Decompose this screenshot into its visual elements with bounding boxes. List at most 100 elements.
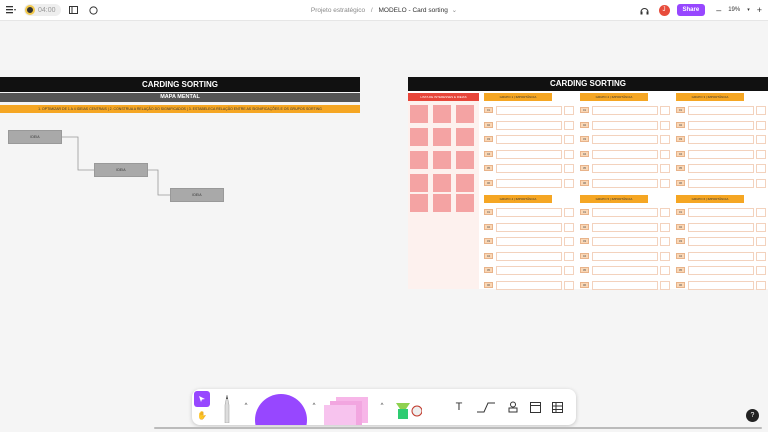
row-cell-score[interactable] <box>660 208 670 217</box>
row-cell-main[interactable] <box>496 149 562 159</box>
row-cell-main[interactable] <box>592 120 658 130</box>
row-cell-main[interactable] <box>496 135 562 144</box>
sticky-note[interactable] <box>433 194 451 212</box>
row-cell-main[interactable] <box>496 280 562 290</box>
row-cell-main[interactable] <box>592 106 658 115</box>
row-cell-score[interactable] <box>756 164 766 173</box>
stamp-tool[interactable] <box>388 399 422 421</box>
horizontal-scrollbar[interactable] <box>154 427 762 429</box>
sticky-note[interactable] <box>456 151 474 169</box>
row-cell-score[interactable] <box>564 266 574 275</box>
sticky-note[interactable] <box>433 128 451 146</box>
row-cell-main[interactable] <box>688 251 754 261</box>
row-cell-score[interactable] <box>564 164 574 173</box>
row-cell-score[interactable] <box>756 135 766 144</box>
row-cell-score[interactable] <box>564 106 574 115</box>
row-cell-score[interactable] <box>660 251 670 261</box>
row-cell-main[interactable] <box>496 251 562 261</box>
row-cell-score[interactable] <box>756 237 766 246</box>
row-cell-main[interactable] <box>688 178 754 188</box>
sticky-note[interactable] <box>410 194 428 212</box>
sticky-note[interactable] <box>456 174 474 192</box>
text-tool[interactable]: T <box>448 399 470 415</box>
row-cell-score[interactable] <box>756 106 766 115</box>
row-cell-score[interactable] <box>660 164 670 173</box>
chevron-up-icon[interactable]: ^ <box>242 401 250 411</box>
row-cell-main[interactable] <box>592 266 658 275</box>
row-cell-score[interactable] <box>564 178 574 188</box>
row-cell-main[interactable] <box>688 222 754 232</box>
connector-tool[interactable] <box>472 399 500 415</box>
row-cell-score[interactable] <box>564 149 574 159</box>
sticky-note[interactable] <box>456 128 474 146</box>
row-cell-main[interactable] <box>496 237 562 246</box>
move-tool[interactable] <box>194 391 210 407</box>
row-cell-main[interactable] <box>496 178 562 188</box>
row-cell-score[interactable] <box>756 222 766 232</box>
row-cell-score[interactable] <box>564 280 574 290</box>
row-cell-score[interactable] <box>660 280 670 290</box>
chevron-up-icon[interactable]: ^ <box>378 401 386 411</box>
sticky-note[interactable] <box>410 105 428 123</box>
row-cell-main[interactable] <box>688 280 754 290</box>
sticky-note[interactable] <box>410 174 428 192</box>
row-cell-main[interactable] <box>496 164 562 173</box>
row-cell-score[interactable] <box>660 237 670 246</box>
row-cell-score[interactable] <box>756 251 766 261</box>
person-tool[interactable] <box>506 399 520 415</box>
row-cell-main[interactable] <box>688 266 754 275</box>
row-cell-main[interactable] <box>592 208 658 217</box>
row-cell-main[interactable] <box>496 106 562 115</box>
row-cell-score[interactable] <box>756 149 766 159</box>
help-button[interactable]: ? <box>746 409 759 422</box>
row-cell-score[interactable] <box>756 280 766 290</box>
row-cell-main[interactable] <box>592 164 658 173</box>
row-cell-main[interactable] <box>688 164 754 173</box>
row-cell-score[interactable] <box>756 120 766 130</box>
mind-map-node[interactable]: IDEIA <box>94 163 148 177</box>
row-cell-score[interactable] <box>660 222 670 232</box>
sticky-note[interactable] <box>456 105 474 123</box>
row-cell-score[interactable] <box>660 120 670 130</box>
row-cell-score[interactable] <box>564 135 574 144</box>
row-cell-score[interactable] <box>660 266 670 275</box>
row-cell-main[interactable] <box>688 120 754 130</box>
row-cell-score[interactable] <box>564 120 574 130</box>
sticky-note[interactable] <box>410 128 428 146</box>
chevron-up-icon[interactable]: ^ <box>310 401 318 411</box>
sticky-tool[interactable] <box>322 395 376 425</box>
row-cell-main[interactable] <box>688 135 754 144</box>
row-cell-main[interactable] <box>496 120 562 130</box>
mind-map-node[interactable]: IDEIA <box>8 130 62 144</box>
row-cell-score[interactable] <box>660 135 670 144</box>
row-cell-main[interactable] <box>592 237 658 246</box>
sticky-note[interactable] <box>456 194 474 212</box>
row-cell-main[interactable] <box>496 266 562 275</box>
sticky-note[interactable] <box>433 151 451 169</box>
row-cell-score[interactable] <box>564 251 574 261</box>
row-cell-main[interactable] <box>688 237 754 246</box>
row-cell-main[interactable] <box>592 135 658 144</box>
row-cell-main[interactable] <box>592 222 658 232</box>
row-cell-score[interactable] <box>660 178 670 188</box>
row-cell-main[interactable] <box>496 208 562 217</box>
row-cell-main[interactable] <box>592 149 658 159</box>
row-cell-score[interactable] <box>756 208 766 217</box>
row-cell-main[interactable] <box>688 106 754 115</box>
row-cell-score[interactable] <box>660 106 670 115</box>
row-cell-score[interactable] <box>756 266 766 275</box>
sticky-note[interactable] <box>433 105 451 123</box>
mind-map-node[interactable]: IDEIA <box>170 188 224 202</box>
row-cell-score[interactable] <box>756 178 766 188</box>
row-cell-main[interactable] <box>592 251 658 261</box>
pen-tool[interactable] <box>220 393 234 423</box>
section-tool[interactable] <box>528 399 542 415</box>
sticky-note[interactable] <box>410 151 428 169</box>
sticky-note[interactable] <box>433 174 451 192</box>
shape-tool[interactable] <box>254 393 308 425</box>
row-cell-main[interactable] <box>592 280 658 290</box>
row-cell-score[interactable] <box>564 208 574 217</box>
row-cell-main[interactable] <box>688 208 754 217</box>
row-cell-score[interactable] <box>660 149 670 159</box>
row-cell-main[interactable] <box>592 178 658 188</box>
